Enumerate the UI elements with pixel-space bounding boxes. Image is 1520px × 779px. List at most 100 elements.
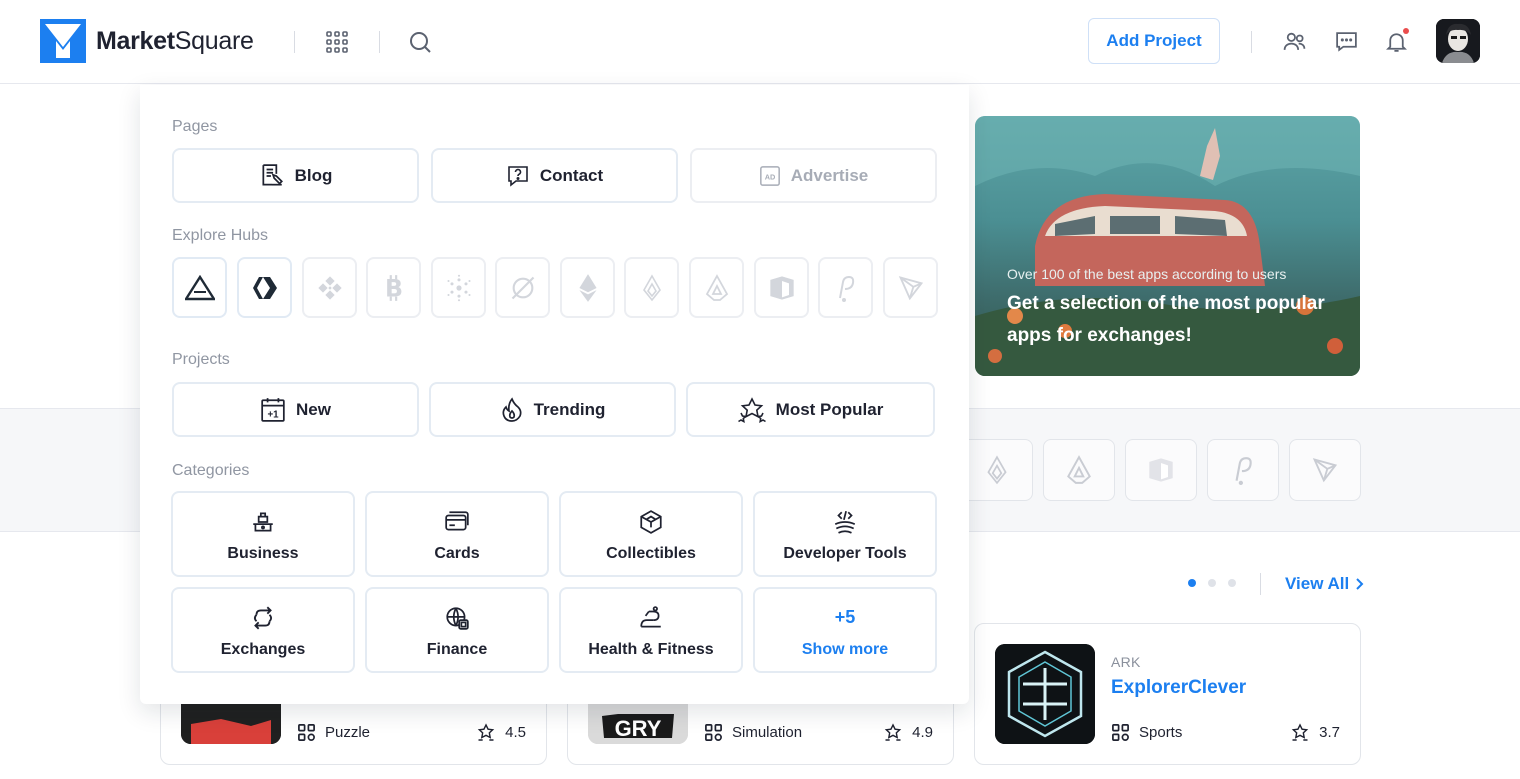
header-divider	[294, 31, 295, 53]
project-card[interactable]: ARK ExplorerClever Sports 3.7	[974, 623, 1361, 765]
lisk-icon	[705, 273, 728, 301]
category-label: Cards	[434, 545, 480, 562]
ark-icon	[184, 274, 215, 300]
view-all-divider	[1260, 573, 1261, 595]
hub-flame-chain[interactable]	[624, 257, 679, 318]
user-avatar[interactable]	[1436, 19, 1480, 63]
contact-icon	[508, 165, 528, 187]
hub-cardano[interactable]	[431, 257, 486, 318]
hub-ark[interactable]	[172, 257, 227, 318]
hub-lisk[interactable]	[689, 257, 744, 318]
add-project-button[interactable]: Add Project	[1088, 18, 1220, 64]
stars-icon	[737, 396, 766, 423]
category-icon	[1112, 724, 1129, 741]
notification-dot	[1403, 28, 1409, 34]
logo-mark-icon	[40, 19, 86, 63]
category-label: Sports	[1139, 724, 1183, 741]
category-label: Developer Tools	[783, 545, 907, 562]
flame-chain-icon	[987, 455, 1007, 485]
pagination-dot[interactable]	[1228, 579, 1236, 587]
cube-chain-icon	[769, 275, 794, 300]
most-popular-button[interactable]: Most Popular	[686, 382, 935, 437]
category-label: Health & Fitness	[588, 641, 714, 658]
top-header: MarketSquare Add Project	[0, 0, 1520, 84]
most-popular-label: Most Popular	[775, 399, 884, 419]
cards-icon	[445, 511, 469, 531]
pagination-dot[interactable]	[1188, 579, 1196, 587]
bell-icon[interactable]	[1384, 28, 1409, 54]
bg-hub-flame-chain[interactable]	[961, 439, 1033, 501]
category-finance[interactable]: Finance	[365, 587, 549, 673]
hub-binance[interactable]	[302, 257, 357, 318]
bg-hub-cube-chain[interactable]	[1125, 439, 1197, 501]
apps-dropdown-menu: Pages Blog Contact AD Advertise Explore …	[140, 85, 969, 704]
users-icon[interactable]	[1282, 29, 1307, 54]
apps-grid-icon[interactable]	[325, 30, 349, 54]
category-icon	[298, 724, 315, 741]
hub-polkadot[interactable]	[818, 257, 873, 318]
stars-icon	[477, 723, 495, 741]
collectibles-icon	[640, 510, 662, 534]
advertise-label: Advertise	[790, 165, 869, 185]
bg-hub-lisk[interactable]	[1043, 439, 1115, 501]
categories-section-title: Categories	[172, 462, 250, 479]
ad-icon: AD	[759, 165, 780, 186]
category-label: Collectibles	[606, 545, 696, 562]
bg-hub-tron[interactable]	[1289, 439, 1361, 501]
projects-section-title: Projects	[172, 351, 230, 368]
stars-icon	[884, 723, 902, 741]
promo-title: Get a selection of the most popular apps…	[1007, 293, 1325, 346]
show-more-categories-button[interactable]: +5 Show more	[753, 587, 937, 673]
svg-text:+1: +1	[267, 409, 279, 420]
new-projects-button[interactable]: +1 New	[172, 382, 419, 437]
project-chain: ARK	[1111, 654, 1141, 670]
stars-icon	[1291, 723, 1309, 741]
category-developer-tools[interactable]: Developer Tools	[753, 491, 937, 577]
hub-tron[interactable]	[883, 257, 938, 318]
project-category: Puzzle	[297, 723, 370, 742]
flame-chain-icon	[642, 273, 661, 301]
category-business[interactable]: Business	[171, 491, 355, 577]
trending-button[interactable]: Trending	[429, 382, 676, 437]
project-category: Simulation	[704, 723, 802, 742]
hub-ethereum[interactable]	[560, 257, 615, 318]
bg-hub-polkadot[interactable]	[1207, 439, 1279, 501]
pagination-dot[interactable]	[1208, 579, 1216, 587]
new-label: New	[296, 399, 331, 419]
svg-text:GRY: GRY	[615, 716, 662, 741]
chat-icon[interactable]	[1334, 29, 1359, 54]
promo-banner[interactable]: Over 100 of the best apps according to u…	[975, 116, 1360, 376]
project-category: Sports	[1111, 723, 1182, 742]
project-rating: 4.9	[883, 723, 933, 742]
binance-icon	[317, 275, 342, 300]
lisk-icon	[1067, 455, 1091, 484]
category-cards[interactable]: Cards	[365, 491, 549, 577]
hub-zero[interactable]	[495, 257, 550, 318]
page: MarketSquare Add Project Over 100 of the…	[0, 0, 1520, 779]
category-exchanges[interactable]: Exchanges	[171, 587, 355, 673]
logo[interactable]: MarketSquare	[40, 19, 254, 63]
polkadot-icon	[838, 275, 854, 302]
hub-cube-chain[interactable]	[754, 257, 809, 318]
contact-button[interactable]: Contact	[431, 148, 678, 203]
view-all-link[interactable]: View All	[1285, 574, 1365, 594]
header-divider	[1251, 31, 1252, 53]
category-health-fitness[interactable]: Health & Fitness	[559, 587, 743, 673]
finance-icon	[446, 607, 469, 630]
contact-label: Contact	[539, 165, 604, 185]
blog-button[interactable]: Blog	[172, 148, 419, 203]
hub-hive[interactable]	[237, 257, 292, 318]
promo-subtitle: Over 100 of the best apps according to u…	[1007, 266, 1287, 282]
polkadot-icon	[1235, 457, 1252, 485]
search-icon[interactable]	[408, 30, 432, 54]
show-more-count: +5	[834, 607, 856, 627]
show-more-label: Show more	[801, 641, 889, 658]
fire-icon	[502, 396, 522, 422]
category-collectibles[interactable]: Collectibles	[559, 491, 743, 577]
zero-icon	[511, 276, 534, 299]
rating-value: 4.9	[912, 724, 933, 741]
hub-bitcoin[interactable]: B	[366, 257, 421, 318]
project-name-link[interactable]: ExplorerClever	[1111, 677, 1246, 699]
advertise-button[interactable]: AD Advertise	[690, 148, 937, 203]
exchanges-icon	[253, 606, 273, 630]
